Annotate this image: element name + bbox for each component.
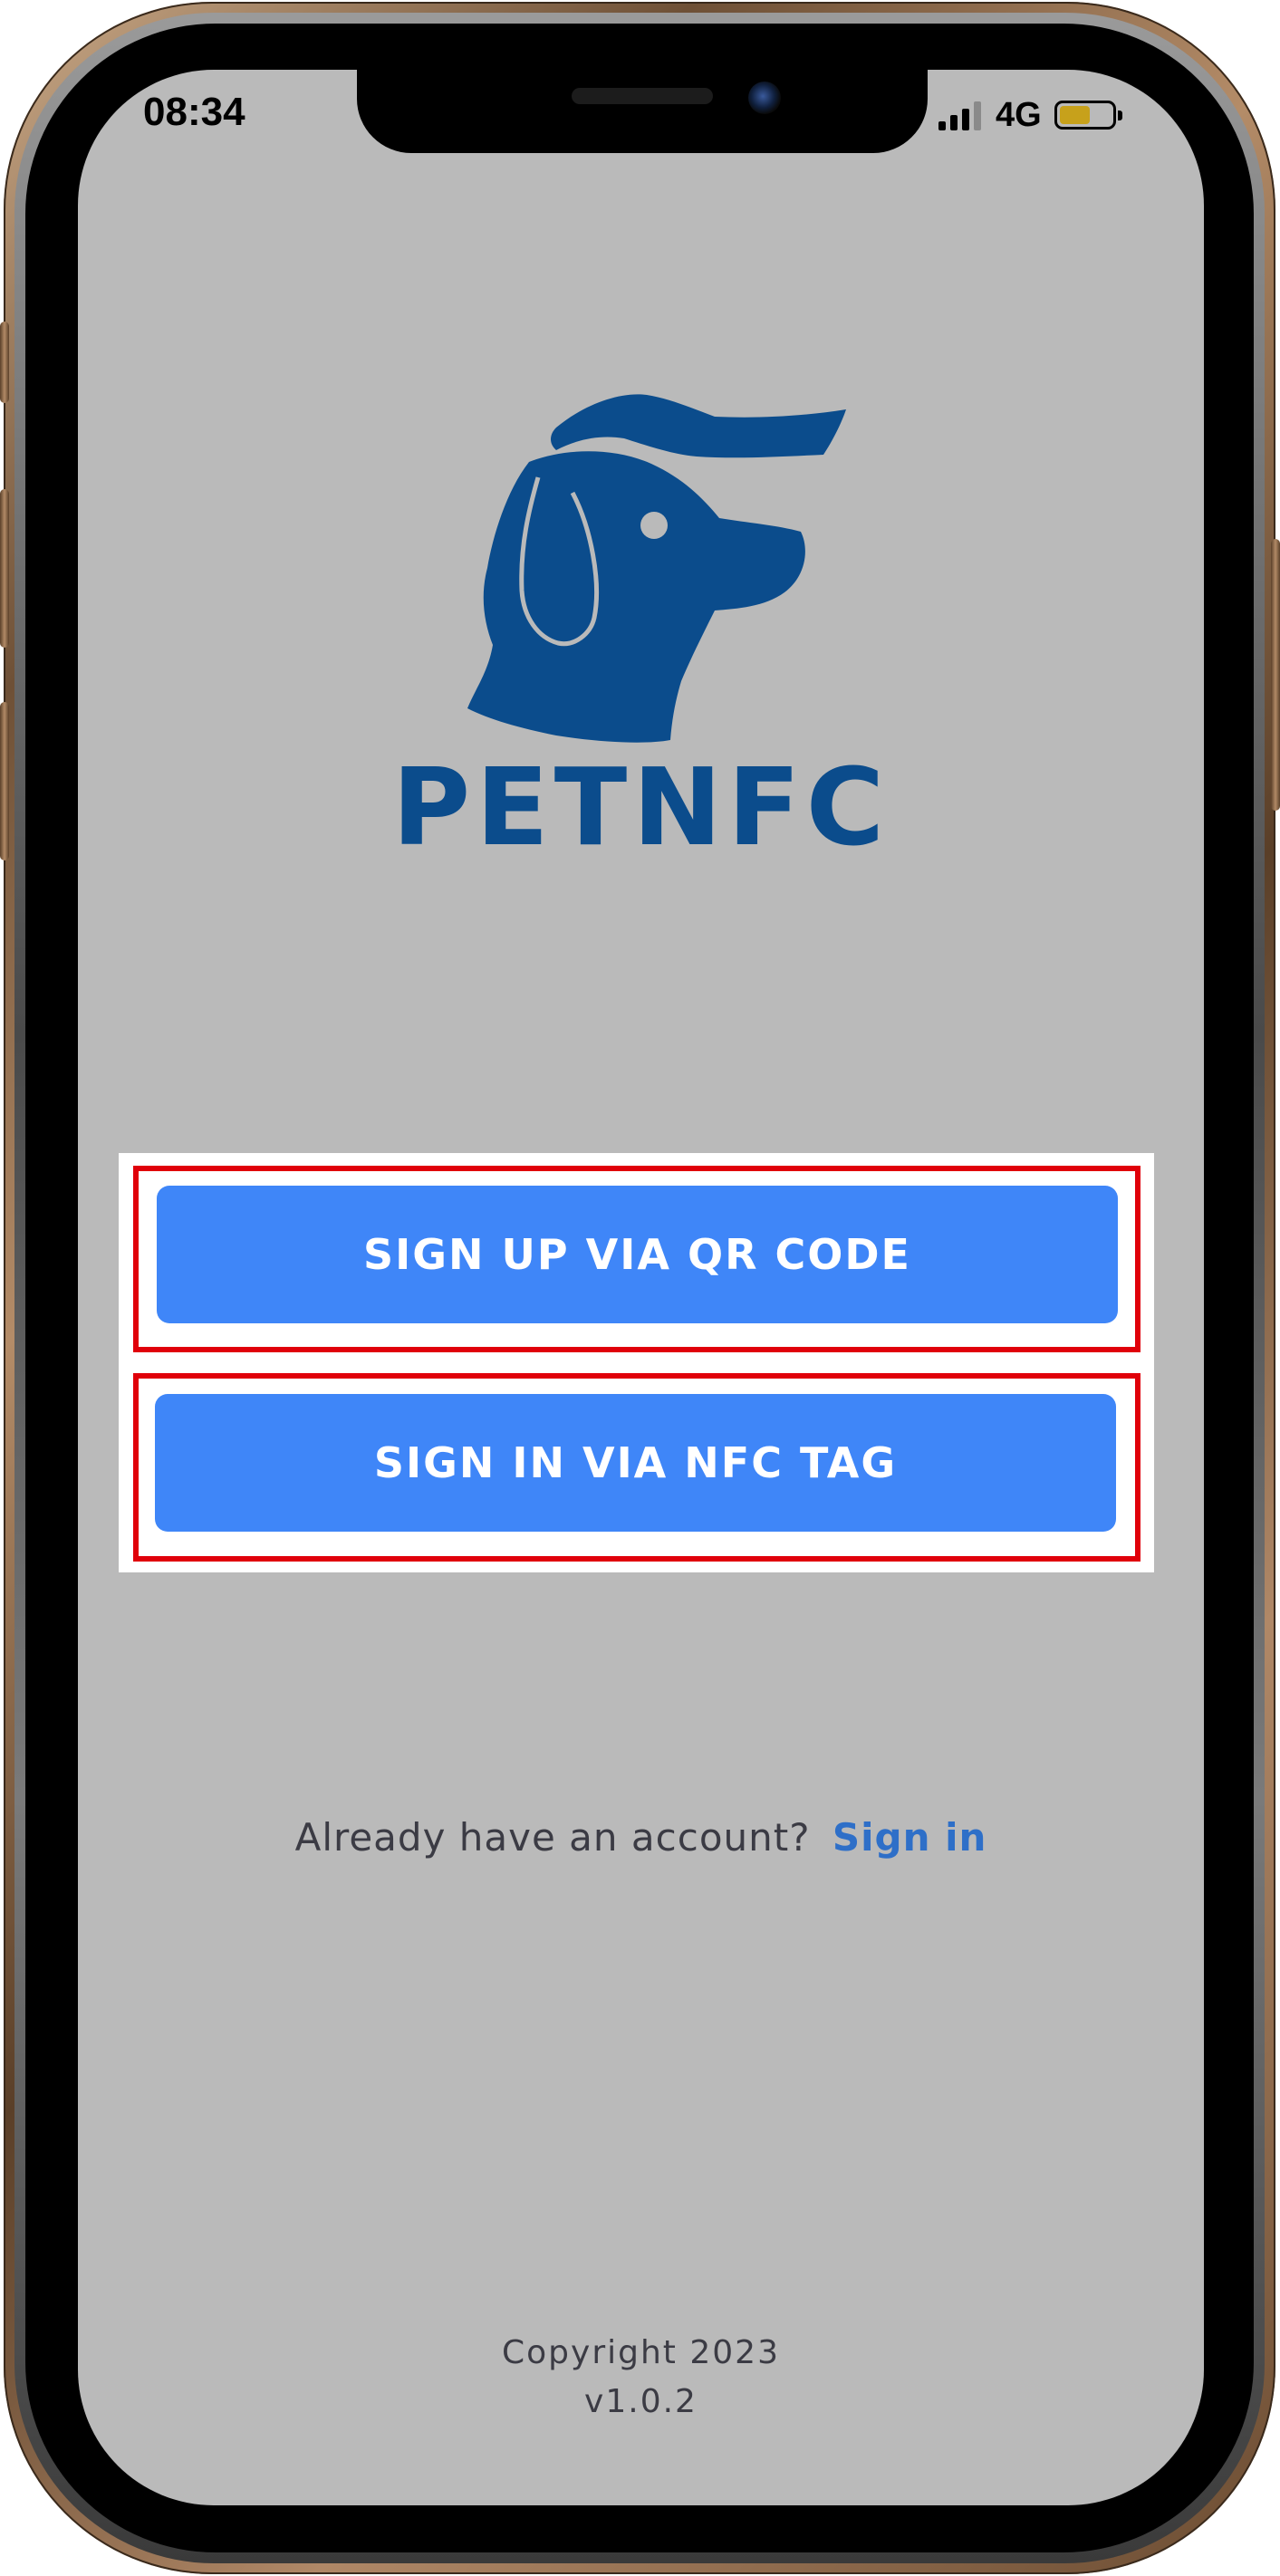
battery-icon: [1054, 101, 1122, 130]
volume-up-button: [0, 489, 9, 648]
phone-device-frame: 08:34 4G PETNFC SIGN UP VIA QR CODE SIGN…: [0, 0, 1280, 2576]
volume-down-button: [0, 702, 9, 860]
signal-strength-icon: [938, 100, 981, 130]
power-button: [1271, 539, 1280, 811]
status-indicators: 4G: [938, 95, 1122, 134]
signup-qr-button[interactable]: SIGN UP VIA QR CODE: [157, 1186, 1118, 1323]
signin-nfc-button[interactable]: SIGN IN VIA NFC TAG: [155, 1394, 1116, 1532]
action-buttons-panel: SIGN UP VIA QR CODE SIGN IN VIA NFC TAG: [119, 1153, 1154, 1572]
earpiece-speaker: [572, 88, 713, 104]
footer: Copyright 2023 v1.0.2: [78, 2329, 1204, 2427]
front-camera: [748, 82, 781, 114]
app-screen: 08:34 4G PETNFC SIGN UP VIA QR CODE SIGN…: [78, 70, 1204, 2505]
brand-name: PETNFC: [391, 745, 890, 870]
signin-link[interactable]: Sign in: [832, 1815, 987, 1860]
notch: [357, 70, 928, 153]
account-prompt: Already have an account? Sign in: [78, 1815, 1204, 1860]
version-text: v1.0.2: [584, 2383, 698, 2420]
silent-switch: [0, 322, 9, 403]
pet-hand-dog-logo: [467, 394, 846, 743]
account-prompt-text: Already have an account?: [294, 1815, 811, 1860]
network-type: 4G: [996, 95, 1042, 134]
status-time: 08:34: [143, 90, 245, 134]
copyright-text: Copyright 2023: [502, 2334, 780, 2371]
